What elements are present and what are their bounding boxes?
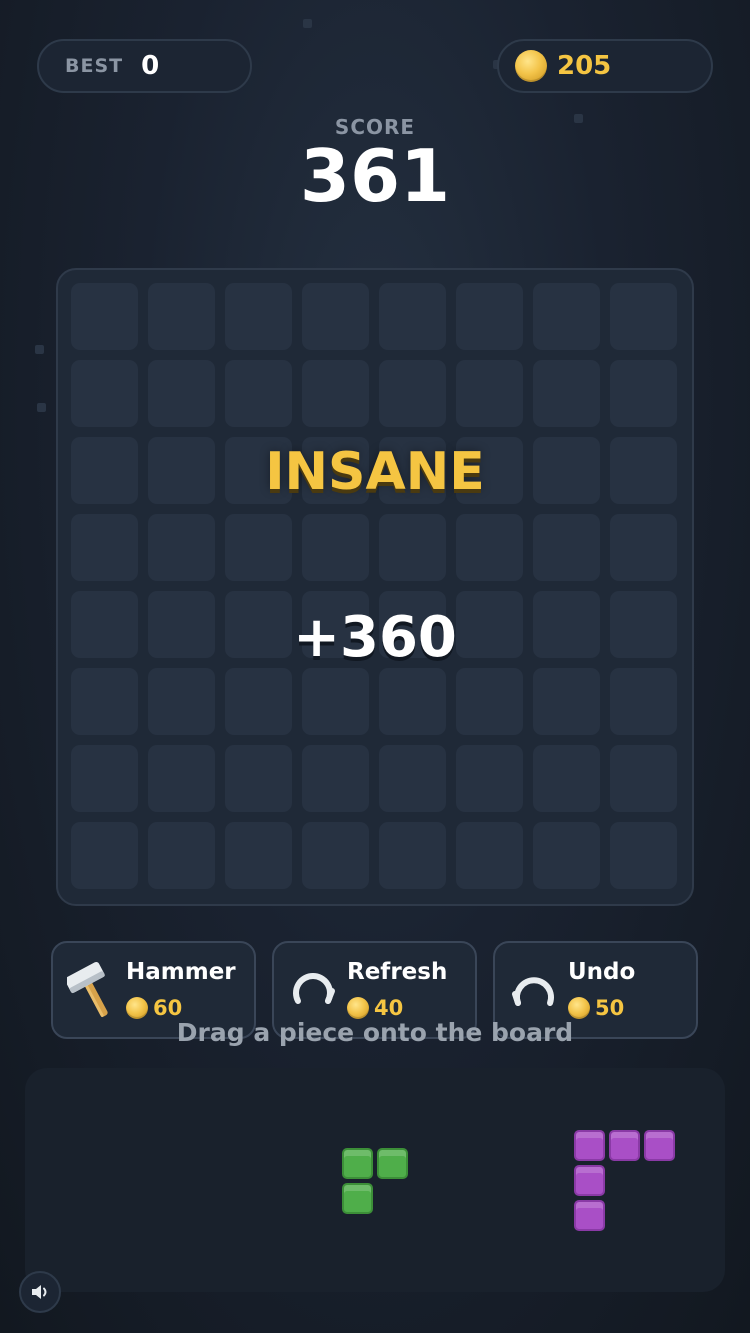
refresh-label: Refresh — [347, 959, 448, 985]
board-cell[interactable] — [302, 745, 369, 812]
piece-tray — [25, 1068, 725, 1292]
board-cell[interactable] — [533, 822, 600, 889]
board-cell[interactable] — [148, 514, 215, 581]
board-cell[interactable] — [71, 668, 138, 735]
board-cell[interactable] — [379, 745, 446, 812]
piece-block — [574, 1200, 605, 1231]
points-popup: +360 — [293, 605, 457, 670]
undo-cost-value: 50 — [595, 996, 625, 1020]
board-cell[interactable] — [148, 668, 215, 735]
coin-icon — [126, 997, 148, 1019]
hammer-icon — [67, 961, 108, 1018]
board-cell[interactable] — [456, 745, 523, 812]
board-cell[interactable] — [225, 822, 292, 889]
combo-text: INSANE — [265, 442, 485, 502]
board-cell[interactable] — [302, 360, 369, 427]
board-cell[interactable] — [610, 822, 677, 889]
coin-icon — [568, 997, 590, 1019]
board-cell[interactable] — [610, 745, 677, 812]
board-cell[interactable] — [610, 283, 677, 350]
board-cell[interactable] — [71, 283, 138, 350]
board-cell[interactable] — [610, 668, 677, 735]
piece-block — [377, 1148, 408, 1179]
board-cell[interactable] — [71, 745, 138, 812]
board-cell[interactable] — [533, 283, 600, 350]
board-cell[interactable] — [71, 822, 138, 889]
board-cell[interactable] — [302, 514, 369, 581]
board-cell[interactable] — [456, 360, 523, 427]
hammer-label: Hammer — [126, 959, 236, 985]
board-cell[interactable] — [533, 360, 600, 427]
best-score-pill: BEST 0 — [37, 39, 252, 93]
best-value: 0 — [141, 51, 160, 81]
piece-block — [342, 1183, 373, 1214]
coin-balance-pill: 205 — [497, 39, 713, 93]
undo-cost: 50 — [568, 996, 624, 1020]
score-value: 361 — [299, 134, 451, 218]
board-cell[interactable] — [533, 514, 600, 581]
board-cell[interactable] — [302, 822, 369, 889]
drag-hint: Drag a piece onto the board — [176, 1018, 574, 1047]
hammer-cost-value: 60 — [153, 996, 183, 1020]
board-cell[interactable] — [379, 360, 446, 427]
board-cell[interactable] — [379, 822, 446, 889]
board-cell[interactable] — [225, 514, 292, 581]
board-cell[interactable] — [379, 668, 446, 735]
game-board[interactable] — [56, 268, 694, 906]
board-cell[interactable] — [379, 514, 446, 581]
board-cell[interactable] — [456, 668, 523, 735]
best-label: BEST — [65, 55, 124, 77]
particle — [37, 403, 46, 412]
board-cell[interactable] — [225, 360, 292, 427]
board-cell[interactable] — [148, 360, 215, 427]
board-cell[interactable] — [148, 822, 215, 889]
board-cell[interactable] — [148, 283, 215, 350]
particle — [303, 19, 312, 28]
coin-balance: 205 — [557, 51, 612, 81]
sound-toggle-button[interactable] — [19, 1271, 61, 1313]
coin-icon — [515, 50, 547, 82]
board-cell[interactable] — [379, 283, 446, 350]
piece-block — [342, 1148, 373, 1179]
board-cell[interactable] — [533, 745, 600, 812]
board-cell[interactable] — [148, 745, 215, 812]
board-cell[interactable] — [225, 668, 292, 735]
board-cell[interactable] — [533, 668, 600, 735]
board-cell[interactable] — [71, 360, 138, 427]
board-cell[interactable] — [302, 283, 369, 350]
piece-block — [574, 1130, 605, 1161]
piece-block — [644, 1130, 675, 1161]
particle — [35, 345, 44, 354]
board-cell[interactable] — [302, 668, 369, 735]
piece-block — [574, 1165, 605, 1196]
refresh-cost: 40 — [347, 996, 403, 1020]
board-cell[interactable] — [456, 283, 523, 350]
hammer-cost: 60 — [126, 996, 182, 1020]
board-cell[interactable] — [610, 360, 677, 427]
speaker-icon — [32, 1285, 47, 1299]
refresh-icon — [293, 973, 335, 1004]
piece-block — [609, 1130, 640, 1161]
refresh-cost-value: 40 — [374, 996, 404, 1020]
board-cell[interactable] — [610, 514, 677, 581]
board-cell[interactable] — [456, 514, 523, 581]
undo-icon — [512, 977, 554, 1006]
undo-label: Undo — [568, 959, 636, 985]
board-cell[interactable] — [225, 745, 292, 812]
board-cell[interactable] — [225, 283, 292, 350]
coin-icon — [347, 997, 369, 1019]
board-cell[interactable] — [71, 514, 138, 581]
board-cell[interactable] — [456, 822, 523, 889]
